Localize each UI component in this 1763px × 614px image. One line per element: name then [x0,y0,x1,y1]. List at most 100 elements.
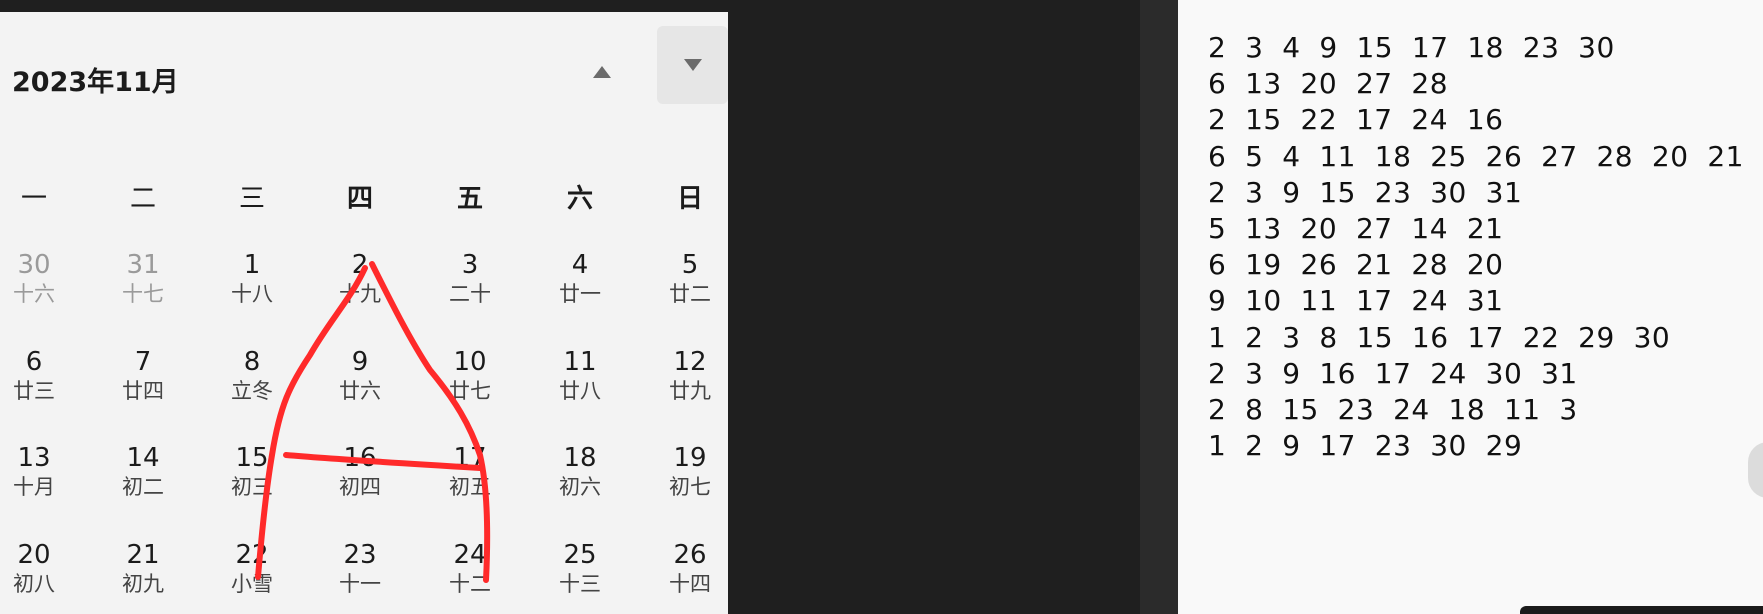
lunar-date: 廿三 [13,379,55,403]
lunar-date: 小雪 [231,572,273,596]
day-number: 16 [343,443,377,473]
day-number: 11 [563,347,597,377]
lunar-date: 十一 [339,572,381,596]
calendar-day-cell[interactable]: 26 十四 [650,540,728,598]
month-title[interactable]: 2023年11月 [12,60,179,99]
note-line: 1 2 9 17 23 30 29 [1208,429,1523,463]
calendar-day-cell[interactable]: 11 廿八 [540,347,620,405]
note-line: 6 13 20 27 28 [1208,67,1449,101]
calendar-day-cell[interactable]: 17 初五 [430,443,510,501]
lunar-date: 十六 [13,282,55,306]
calendar-day-cell[interactable]: 13 十月 [0,443,74,501]
caret-down-icon [683,59,702,71]
note-line: 2 3 9 15 23 30 31 [1208,175,1523,209]
calendar-day-cell[interactable]: 10 廿七 [430,347,510,405]
weekday-label: 六 [566,184,593,214]
day-number: 5 [681,250,699,280]
day-number: 7 [134,347,152,377]
day-number: 12 [673,347,707,377]
lunar-date: 初五 [449,475,491,499]
lunar-date: 廿二 [669,282,711,306]
lunar-date: 廿七 [449,379,491,403]
calendar-day-cell[interactable]: 22 小雪 [212,540,292,598]
weekday-label: 五 [456,184,483,214]
lunar-date: 廿八 [559,379,601,403]
weekday-label: 二 [129,184,156,214]
day-number: 21 [126,540,160,570]
note-line: 9 10 11 17 24 31 [1208,284,1504,318]
lunar-date: 十八 [231,282,273,306]
day-number: 26 [673,540,707,570]
day-number: 3 [461,250,479,280]
note-line: 2 8 15 23 24 18 11 3 [1208,393,1578,426]
calendar-day-cell[interactable]: 3 二十 [430,250,510,308]
note-line: 6 5 4 11 18 25 26 27 28 20 21 [1208,139,1744,173]
lunar-date: 十三 [559,572,601,596]
day-number: 2 [351,250,369,280]
calendar-flyout: 2023年11月 一二三四五六日 30 十六 31 十七 1 十八 2 十九 3 二十 4 廿一 5 廿二… [0,12,728,614]
day-number: 22 [235,540,269,570]
calendar-day-cell[interactable]: 31 十七 [103,250,183,308]
day-number: 9 [351,347,369,377]
calendar-day-cell[interactable]: 14 初二 [103,443,183,501]
notepad-area[interactable]: 2 3 4 9 15 17 18 23 30 6 13 20 27 28 2 15 … [1178,0,1763,614]
lunar-date: 初二 [122,475,164,499]
lunar-date: 初三 [231,475,273,499]
day-number: 25 [563,540,597,570]
note-line: 5 13 20 27 14 21 [1208,212,1504,245]
weekday-label: 三 [238,184,265,214]
lunar-date: 十二 [449,572,491,596]
day-number: 19 [673,443,707,473]
note-line: 2 3 4 9 15 17 18 23 30 [1208,31,1615,64]
note-line: 6 19 26 21 28 20 [1208,248,1504,282]
lunar-date: 十七 [122,282,164,306]
day-number: 14 [126,443,160,473]
lunar-date: 初七 [669,475,711,499]
lunar-date: 廿九 [669,379,711,403]
calendar-day-cell[interactable]: 5 廿二 [650,250,728,308]
lunar-date: 二十 [449,282,491,306]
taskbar-fragment [1520,606,1763,614]
calendar-day-cell[interactable]: 18 初六 [540,443,620,501]
calendar-day-cell[interactable]: 9 廿六 [320,347,400,405]
calendar-day-cell[interactable]: 21 初九 [103,540,183,598]
calendar-day-cell[interactable]: 7 廿四 [103,347,183,405]
lunar-date: 初四 [339,475,381,499]
lunar-date: 初六 [559,475,601,499]
calendar-day-cell[interactable]: 15 初三 [212,443,292,501]
weekday-label: 一 [20,184,47,214]
day-number: 17 [453,443,487,473]
calendar-day-cell[interactable]: 24 十二 [430,540,510,598]
previous-month-button[interactable] [580,50,624,94]
lunar-date: 廿六 [339,379,381,403]
lunar-date: 初九 [122,572,164,596]
calendar-day-cell[interactable]: 16 初四 [320,443,400,501]
lunar-date: 十月 [13,475,55,499]
window-divider [1140,0,1178,614]
calendar-day-cell[interactable]: 1 十八 [212,250,292,308]
calendar-day-cell[interactable]: 25 十三 [540,540,620,598]
calendar-day-cell[interactable]: 19 初七 [650,443,728,501]
lunar-date: 廿四 [122,379,164,403]
calendar-day-cell[interactable]: 23 十一 [320,540,400,598]
calendar-day-cell[interactable]: 4 廿一 [540,250,620,308]
lunar-date: 十九 [339,282,381,306]
calendar-day-cell[interactable]: 30 十六 [0,250,74,308]
day-number: 18 [563,443,597,473]
calendar-day-cell[interactable]: 2 十九 [320,250,400,308]
calendar-day-cell[interactable]: 12 廿九 [650,347,728,405]
day-number: 1 [243,250,261,280]
lunar-date: 廿一 [559,282,601,306]
day-number: 10 [453,347,487,377]
day-number: 6 [25,347,43,377]
calendar-day-cell[interactable]: 20 初八 [0,540,74,598]
day-number: 24 [453,540,487,570]
calendar-day-cell[interactable]: 8 立冬 [212,347,292,405]
note-line: 1 2 3 8 15 16 17 22 29 30 [1208,320,1671,354]
day-number: 31 [126,250,160,280]
note-line: 2 15 22 17 24 16 [1208,103,1504,137]
caret-up-icon [593,66,611,78]
next-month-button[interactable] [657,26,728,104]
day-number: 30 [17,250,51,280]
calendar-day-cell[interactable]: 6 廿三 [0,347,74,405]
